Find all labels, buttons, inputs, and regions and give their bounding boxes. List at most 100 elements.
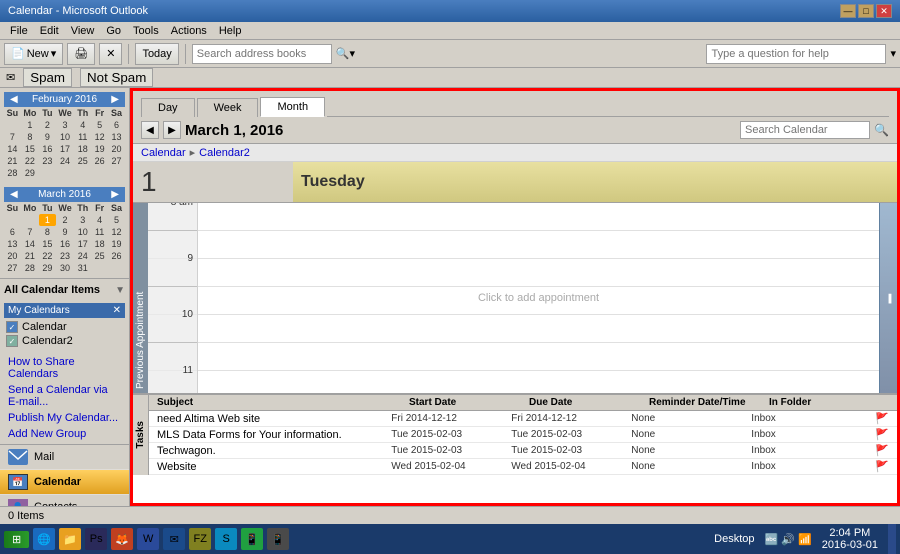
mar-next-nav[interactable]: ▶: [109, 189, 121, 200]
mar-day[interactable]: 11: [91, 226, 108, 238]
calendar-item-calendar[interactable]: ✓ Calendar: [4, 320, 125, 334]
mar-day[interactable]: 5: [108, 214, 125, 226]
taskbar-photoshop-icon[interactable]: Ps: [85, 528, 107, 550]
feb-day[interactable]: 25: [74, 155, 91, 167]
task-row[interactable]: need Altima Web site Fri 2014-12-12 Fri …: [149, 411, 897, 427]
feb-day[interactable]: 27: [108, 155, 125, 167]
mar-day[interactable]: 9: [56, 226, 74, 238]
feb-day[interactable]: 14: [4, 143, 21, 155]
feb-day[interactable]: 9: [39, 131, 56, 143]
not-spam-button[interactable]: Not Spam: [80, 68, 153, 87]
mar-day[interactable]: 6: [4, 226, 21, 238]
tab-week[interactable]: Week: [197, 98, 259, 117]
slot-10[interactable]: [198, 315, 879, 343]
mar-day[interactable]: 25: [91, 250, 108, 262]
new-button[interactable]: 📄 New▾: [4, 43, 63, 65]
feb-day[interactable]: 23: [39, 155, 56, 167]
start-button[interactable]: ⊞: [4, 531, 29, 548]
feb-day[interactable]: 6: [108, 119, 125, 131]
mar-day[interactable]: 2: [56, 214, 74, 226]
mar-day[interactable]: 27: [4, 262, 21, 274]
send-calendar-link[interactable]: Send a Calendar via E-mail...: [4, 382, 125, 410]
feb-day[interactable]: 3: [56, 119, 74, 131]
feb-day[interactable]: 18: [74, 143, 91, 155]
address-search-input[interactable]: [192, 44, 332, 64]
breadcrumb-calendar[interactable]: Calendar: [141, 147, 186, 159]
mar-day[interactable]: 18: [91, 238, 108, 250]
feb-day[interactable]: 11: [74, 131, 91, 143]
menu-help[interactable]: Help: [213, 25, 248, 37]
feb-day[interactable]: 13: [108, 131, 125, 143]
feb-day[interactable]: 29: [21, 167, 39, 179]
feb-prev-nav[interactable]: ◀: [8, 94, 20, 105]
feb-day[interactable]: [4, 119, 21, 131]
taskbar-skype-icon[interactable]: S: [215, 528, 237, 550]
mar-day[interactable]: 30: [56, 262, 74, 274]
help-search-icon[interactable]: ▾: [890, 47, 896, 60]
mar-day[interactable]: 31: [74, 262, 91, 274]
previous-appointment-label[interactable]: Previous Appointment: [133, 203, 148, 393]
spam-button[interactable]: Spam: [23, 68, 72, 87]
mar-day[interactable]: [21, 214, 39, 226]
tab-day[interactable]: Day: [141, 98, 195, 117]
menu-edit[interactable]: Edit: [34, 25, 65, 37]
slot-9[interactable]: [198, 259, 879, 287]
my-calendars-header[interactable]: My Calendars ✕: [4, 303, 125, 318]
feb-day[interactable]: 24: [56, 155, 74, 167]
delete-button[interactable]: ✕: [99, 43, 122, 65]
publish-calendar-link[interactable]: Publish My Calendar...: [4, 410, 125, 426]
menu-tools[interactable]: Tools: [127, 25, 165, 37]
taskbar-word-icon[interactable]: W: [137, 528, 159, 550]
menu-go[interactable]: Go: [100, 25, 127, 37]
breadcrumb-calendar2[interactable]: Calendar2: [199, 147, 250, 159]
print-button[interactable]: 🖨: [67, 43, 95, 65]
nav-mail[interactable]: Mail: [0, 445, 129, 470]
all-calendar-header[interactable]: All Calendar Items ▼: [4, 282, 125, 298]
mar-day[interactable]: 4: [91, 214, 108, 226]
mar-day[interactable]: 12: [108, 226, 125, 238]
tab-month[interactable]: Month: [260, 97, 325, 117]
feb-day[interactable]: 2: [39, 119, 56, 131]
mar-day[interactable]: [4, 214, 21, 226]
mar-day[interactable]: 29: [39, 262, 56, 274]
taskbar-icon-6[interactable]: 📱: [267, 528, 289, 550]
mar-day[interactable]: 14: [21, 238, 39, 250]
help-input[interactable]: [706, 44, 886, 64]
mar-day[interactable]: 16: [56, 238, 74, 250]
calendar-search-input[interactable]: [740, 121, 870, 139]
share-calendars-link[interactable]: How to Share Calendars: [4, 354, 125, 382]
taskbar-show-desktop[interactable]: [888, 524, 896, 554]
task-row[interactable]: Techwagon. Tue 2015-02-03 Tue 2015-02-03…: [149, 443, 897, 459]
mar-day[interactable]: 23: [56, 250, 74, 262]
feb-day[interactable]: 26: [91, 155, 108, 167]
slot-8-30[interactable]: [198, 231, 879, 259]
mar-day[interactable]: 20: [4, 250, 21, 262]
feb-day[interactable]: 22: [21, 155, 39, 167]
mar-day[interactable]: 19: [108, 238, 125, 250]
feb-day[interactable]: 1: [21, 119, 39, 131]
menu-actions[interactable]: Actions: [165, 25, 213, 37]
nav-calendar[interactable]: 📅 Calendar: [0, 470, 129, 495]
outlook-scroll-bar[interactable]: ▐: [879, 203, 897, 393]
maximize-button[interactable]: □: [858, 4, 874, 18]
mar-prev-nav[interactable]: ◀: [8, 189, 20, 200]
feb-next-nav[interactable]: ▶: [109, 94, 121, 105]
calendar-checkbox-calendar[interactable]: ✓: [6, 321, 18, 333]
taskbar-filezilla-icon[interactable]: FZ: [189, 528, 211, 550]
nav-contacts[interactable]: 👤 Contacts: [0, 495, 129, 506]
taskbar-icon-5[interactable]: 📱: [241, 528, 263, 550]
feb-day[interactable]: 19: [91, 143, 108, 155]
mar-day[interactable]: 15: [39, 238, 56, 250]
mar-day[interactable]: 22: [39, 250, 56, 262]
feb-day[interactable]: 21: [4, 155, 21, 167]
feb-day[interactable]: 15: [21, 143, 39, 155]
feb-day[interactable]: 16: [39, 143, 56, 155]
feb-day[interactable]: 4: [74, 119, 91, 131]
feb-day[interactable]: 28: [4, 167, 21, 179]
slot-11[interactable]: [198, 371, 879, 393]
close-button[interactable]: ✕: [876, 4, 892, 18]
cal-search-icon[interactable]: 🔍: [874, 123, 889, 137]
feb-day[interactable]: 5: [91, 119, 108, 131]
taskbar-desktop-label[interactable]: Desktop: [708, 533, 760, 545]
minimize-button[interactable]: —: [840, 4, 856, 18]
